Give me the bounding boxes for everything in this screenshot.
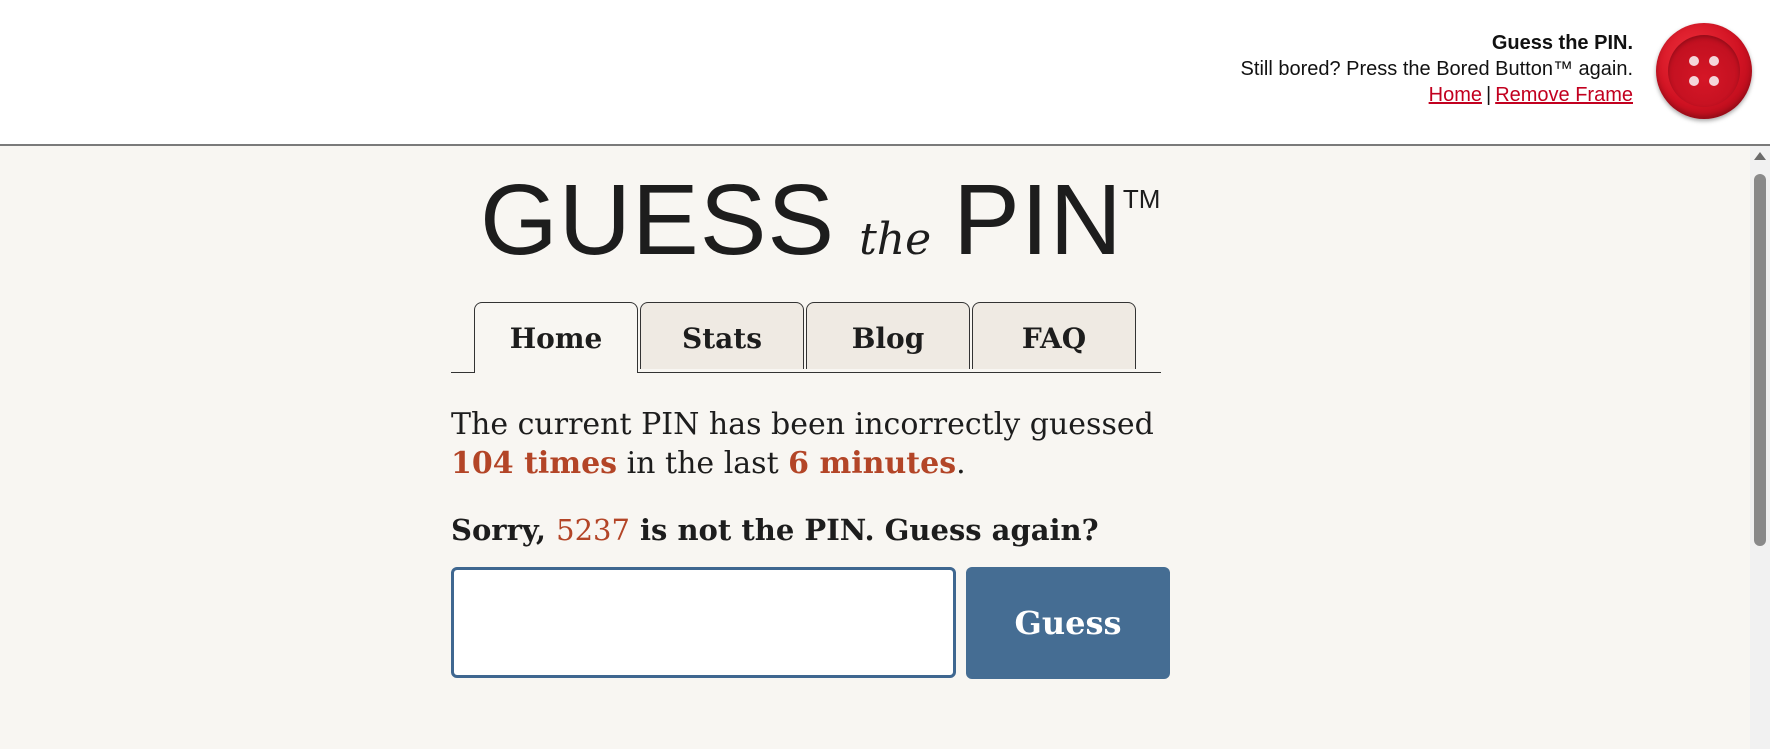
result-prefix: Sorry, [451, 513, 557, 547]
tab-home[interactable]: Home [474, 302, 638, 373]
last-guess-pin: 5237 [556, 513, 630, 547]
guess-stats: The current PIN has been incorrectly gue… [451, 405, 1154, 483]
frame-text: Guess the PIN. Still bored? Press the Bo… [1241, 30, 1633, 108]
button-hole [1689, 76, 1699, 86]
scroll-thumb[interactable] [1754, 174, 1766, 546]
stats-line-1: The current PIN has been incorrectly gue… [451, 407, 1154, 442]
scroll-up-arrow-icon[interactable] [1754, 152, 1766, 160]
frame-links: Home | Remove Frame [1241, 82, 1633, 108]
pin-input[interactable] [451, 567, 956, 678]
frame-subtitle: Still bored? Press the Bored Button™ aga… [1240, 58, 1633, 80]
remove-frame-link[interactable]: Remove Frame [1495, 84, 1633, 106]
frame-title: Guess the PIN. [1491, 32, 1633, 54]
nav-tabs: Home Stats Blog FAQ [451, 302, 1161, 373]
logo-trademark: TM [1122, 184, 1161, 214]
button-hole [1709, 56, 1719, 66]
stats-line-2: 104 times in the last 6 minutes. [451, 444, 1154, 483]
stats-end: . [956, 446, 966, 481]
frame-header: Guess the PIN. Still bored? Press the Bo… [0, 0, 1770, 146]
button-hole [1689, 56, 1699, 66]
guess-count: 104 times [451, 446, 618, 481]
vertical-scrollbar[interactable] [1750, 146, 1770, 749]
stats-middle: in the last [617, 446, 789, 481]
logo-word-the: the [859, 214, 932, 265]
button-hole [1709, 76, 1719, 86]
link-separator: | [1485, 84, 1492, 106]
result-suffix: is not the PIN. Guess again? [629, 513, 1099, 547]
tab-faq[interactable]: FAQ [972, 302, 1136, 369]
result-message: Sorry, 5237 is not the PIN. Guess again? [451, 513, 1099, 547]
guess-duration: 6 minutes [788, 446, 957, 481]
site-logo: GUESS the PINTM [480, 170, 1160, 280]
logo-word-guess: GUESS [480, 164, 836, 276]
logo-word-pin: PIN [953, 164, 1123, 276]
guess-button[interactable]: Guess [966, 567, 1170, 679]
bored-button-icon [1668, 35, 1740, 107]
tab-stats[interactable]: Stats [640, 302, 804, 369]
bored-button[interactable] [1656, 23, 1752, 119]
home-link[interactable]: Home [1429, 84, 1482, 106]
tab-blog[interactable]: Blog [806, 302, 970, 369]
